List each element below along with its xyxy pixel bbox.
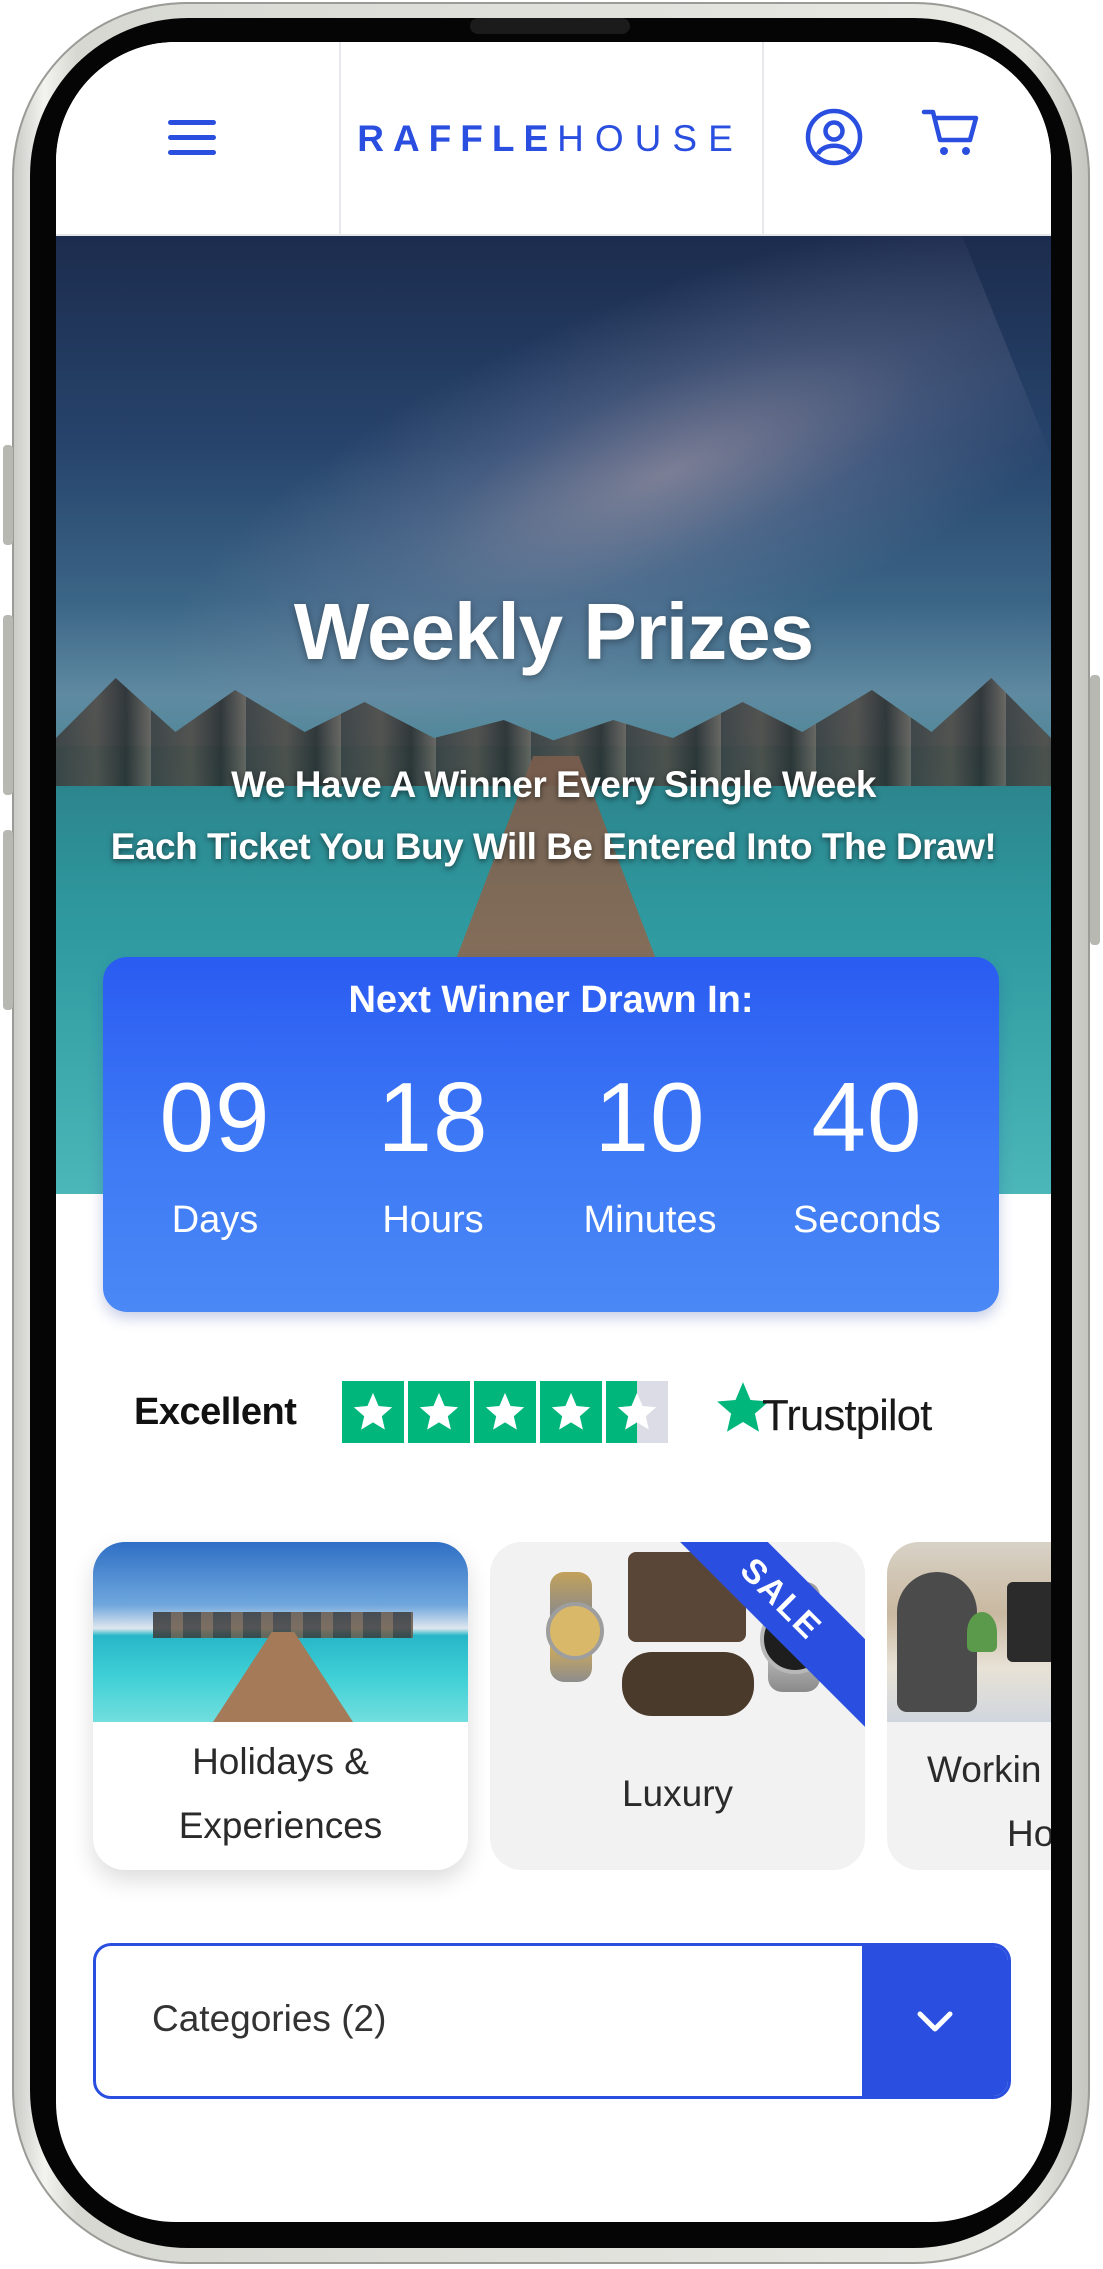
user-circle-icon[interactable]	[803, 106, 865, 168]
category-card-label: Experiences	[178, 1805, 383, 1846]
site-header: RAFFLEHOUSE	[56, 42, 1051, 236]
header-divider	[762, 42, 764, 234]
star-icon	[540, 1381, 602, 1443]
category-card-holidays[interactable]: Holidays & Experiences	[93, 1542, 468, 1870]
hero-title: Weekly Prizes	[293, 587, 814, 676]
star-icon	[474, 1381, 536, 1443]
star-icon	[408, 1381, 470, 1443]
chevron-down-icon[interactable]	[862, 1946, 1008, 2096]
category-card-label: Ho	[1007, 1813, 1051, 1854]
countdown-seconds-value: 40	[811, 1062, 923, 1172]
phone-screen: RAFFLEHOUSE Weekly Prizes We Have A Winn…	[56, 42, 1051, 2222]
logo-bold-text: RAFFLE	[357, 118, 558, 159]
categories-dropdown[interactable]: Categories (2)	[93, 1943, 1011, 2099]
phone-speaker-slot	[470, 18, 630, 34]
star-icon	[342, 1381, 404, 1443]
category-card-label: Workin	[927, 1749, 1042, 1790]
countdown-title: Next Winner Drawn In:	[348, 979, 754, 1021]
trustpilot-widget[interactable]: Excellent Trustpilot	[134, 1377, 994, 1457]
countdown-seconds-label: Seconds	[793, 1199, 941, 1241]
category-card-label: Holidays &	[192, 1741, 369, 1782]
categories-dropdown-value: Categories (2)	[152, 1998, 387, 2039]
phone-power-button	[1090, 675, 1100, 945]
countdown-minutes-value: 10	[594, 1062, 706, 1172]
countdown-seconds: 40 Seconds	[755, 1057, 979, 1242]
logo-light-text: HOUSE	[557, 118, 744, 159]
category-card-label: Luxury	[621, 1773, 734, 1814]
trustpilot-rating-text: Excellent	[134, 1391, 297, 1433]
countdown-hours-value: 18	[377, 1062, 489, 1172]
countdown-hours: 18 Hours	[321, 1057, 545, 1242]
category-carousel[interactable]: Holidays & Experiences SALE Luxury Worki…	[56, 1542, 1051, 1882]
shopping-cart-icon[interactable]	[920, 102, 982, 164]
category-card-luxury[interactable]: SALE Luxury	[490, 1542, 865, 1870]
countdown-panel: Next Winner Drawn In: 09 Days 18 Hours 1…	[103, 957, 999, 1312]
hero-subtitle-line-2: Each Ticket You Buy Will Be Entered Into…	[110, 826, 997, 867]
site-logo[interactable]: RAFFLEHOUSE	[339, 118, 762, 160]
hero-subtitle-line-1: We Have A Winner Every Single Week	[231, 764, 876, 805]
countdown-days-value: 09	[159, 1062, 271, 1172]
countdown-hours-label: Hours	[382, 1199, 484, 1241]
phone-volume-down	[3, 830, 13, 1010]
countdown-days: 09 Days	[103, 1057, 327, 1242]
phone-silent-switch	[3, 445, 13, 545]
holidays-image	[93, 1542, 468, 1722]
countdown-minutes: 10 Minutes	[538, 1057, 762, 1242]
phone-volume-up	[3, 615, 13, 795]
category-card-working-from-home[interactable]: Workin Ho	[887, 1542, 1051, 1870]
half-star-icon	[606, 1381, 668, 1443]
trustpilot-brand: Trustpilot	[762, 1391, 932, 1440]
countdown-days-label: Days	[171, 1199, 259, 1241]
countdown-minutes-label: Minutes	[583, 1199, 717, 1241]
hamburger-menu-icon[interactable]	[168, 120, 216, 156]
working-from-home-image	[887, 1542, 1051, 1722]
